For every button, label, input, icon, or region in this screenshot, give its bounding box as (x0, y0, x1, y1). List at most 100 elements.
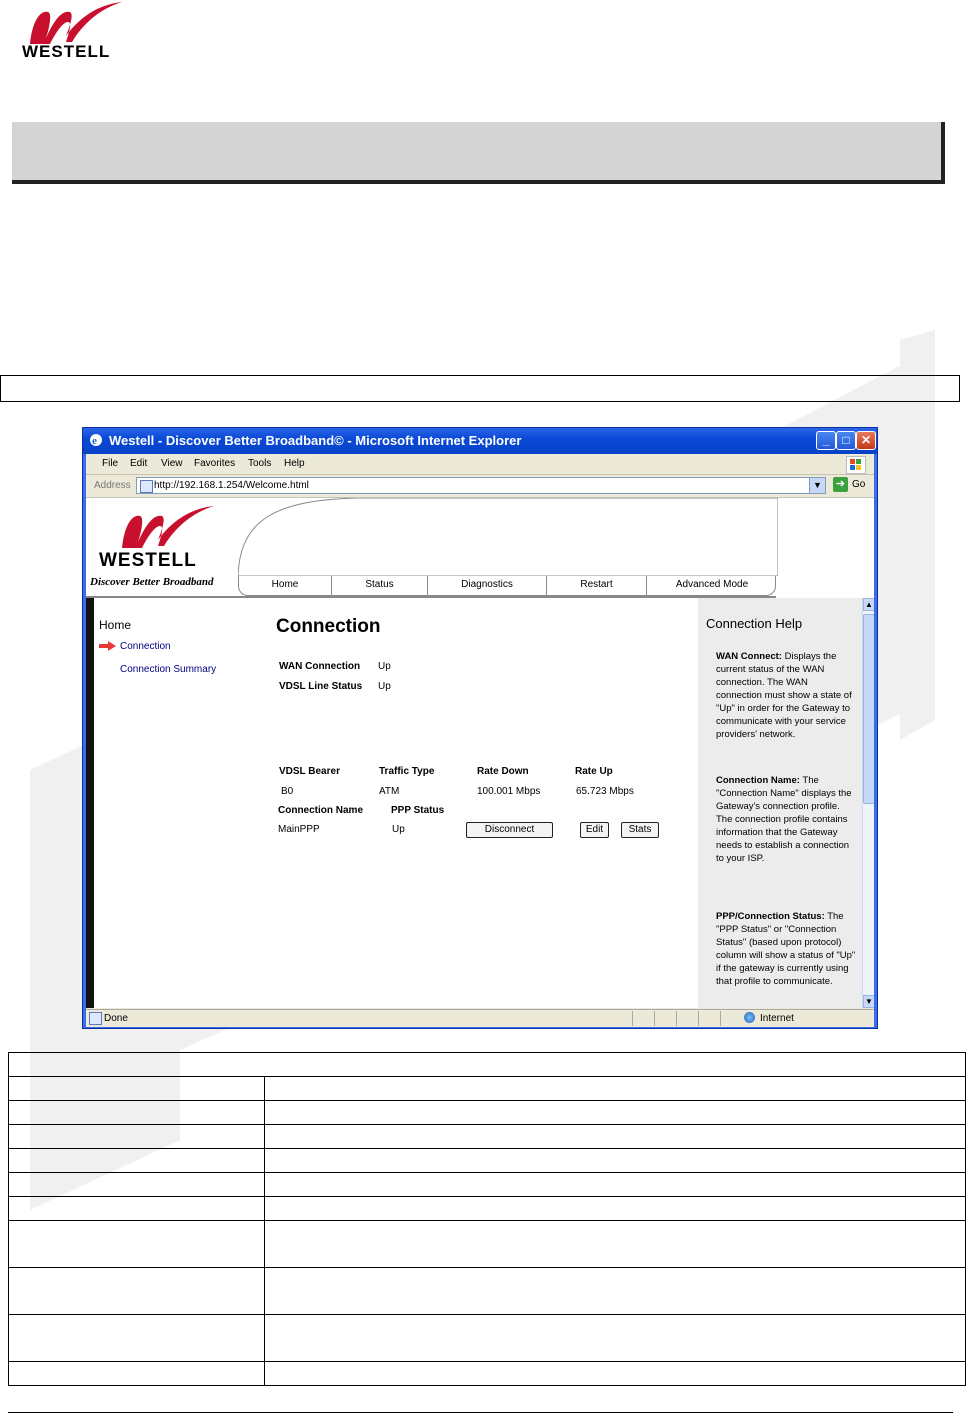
nav-tabs: Home Status Diagnostics Restart Advanced… (238, 576, 776, 596)
nav-advanced-mode[interactable]: Advanced Mode (647, 579, 777, 590)
ie-icon: e (90, 434, 102, 447)
stats-button[interactable]: Stats (621, 822, 659, 838)
page-done-icon (89, 1012, 102, 1025)
westell-swoosh-icon (122, 506, 214, 548)
cell-traffic-type: ATM (379, 786, 400, 797)
col-ppp-status: PPP Status (391, 805, 445, 816)
col-rate-down: Rate Down (477, 766, 529, 777)
wan-connection-label: WAN Connection (279, 661, 361, 672)
scroll-thumb[interactable] (863, 614, 874, 804)
svg-text:e: e (92, 435, 97, 447)
status-text: Done (104, 1013, 128, 1024)
site-tagline: Discover Better Broadband (90, 576, 214, 588)
site-logo: WESTELL (92, 502, 232, 574)
status-bar: Done Internet (86, 1009, 874, 1027)
westell-logo: WESTELL (22, 2, 132, 64)
globe-icon (744, 1012, 755, 1023)
section-banner (12, 122, 945, 184)
cell-ppp-status: Up (392, 824, 405, 835)
table-header-cell (8, 1052, 966, 1077)
status-divider (676, 1011, 677, 1026)
table-row (8, 1267, 966, 1315)
table-row (8, 1052, 966, 1077)
wan-connection-value: Up (378, 661, 391, 672)
westell-swoosh-icon (30, 2, 122, 44)
menu-edit[interactable]: Edit (130, 458, 147, 469)
help-pane: Connection Help WAN Connect: Displays th… (698, 598, 862, 1008)
vdsl-status-label: VDSL Line Status (279, 681, 363, 692)
scroll-up-icon[interactable]: ▲ (863, 598, 874, 611)
table-row (8, 1361, 966, 1386)
menu-file[interactable]: File (102, 458, 118, 469)
table-row (8, 1196, 966, 1221)
menu-help[interactable]: Help (284, 458, 305, 469)
menu-view[interactable]: View (161, 458, 183, 469)
page-icon (140, 480, 153, 493)
address-input[interactable]: http://192.168.1.254/Welcome.html ▼ (136, 477, 826, 494)
col-rate-up: Rate Up (575, 766, 613, 777)
cell-rate-up: 65.723 Mbps (576, 786, 634, 797)
vdsl-status-value: Up (378, 681, 391, 692)
logo-wordmark: WESTELL (22, 42, 111, 61)
security-zone: Internet (760, 1013, 794, 1024)
cell-vdsl-bearer: B0 (281, 786, 294, 797)
header-divider (86, 596, 776, 598)
col-connection-name: Connection Name (278, 805, 364, 816)
address-bar: Address http://192.168.1.254/Welcome.htm… (86, 475, 874, 498)
go-button[interactable]: ➔ Go (833, 477, 871, 494)
help-title: Connection Help (706, 616, 803, 631)
help-scrollbar[interactable]: ▲ ▼ (862, 598, 874, 1008)
page-content: WESTELL Discover Better Broadband Home S… (86, 498, 874, 1008)
browser-window: e Westell - Discover Better Broadband© -… (82, 427, 878, 1029)
footer-rule (8, 1412, 953, 1413)
nav-restart[interactable]: Restart (547, 579, 646, 590)
maximize-button[interactable]: □ (836, 431, 856, 450)
sidebar-item-connection[interactable]: Connection (120, 641, 171, 652)
table-row (8, 1220, 966, 1268)
page-title: Connection (276, 616, 381, 637)
window-title: Westell - Discover Better Broadband© - M… (109, 433, 522, 448)
go-label: Go (852, 479, 866, 490)
go-arrow-icon: ➔ (833, 477, 848, 492)
menu-bar: File Edit View Favorites Tools Help (86, 454, 874, 475)
site-wordmark: WESTELL (99, 550, 197, 571)
col-traffic-type: Traffic Type (379, 766, 435, 777)
menu-tools[interactable]: Tools (248, 458, 271, 469)
status-divider (720, 1011, 721, 1026)
nav-status[interactable]: Status (332, 579, 427, 590)
left-border (86, 598, 94, 1008)
browser-body: File Edit View Favorites Tools Help Addr… (86, 454, 874, 1027)
status-divider (632, 1011, 633, 1026)
arrow-right-icon (99, 641, 116, 651)
table-row (8, 1100, 966, 1125)
help-wan-connect: WAN Connect: Displays the current status… (716, 651, 852, 740)
menu-favorites[interactable]: Favorites (194, 458, 235, 469)
cell-rate-down: 100.001 Mbps (477, 786, 541, 797)
edit-button[interactable]: Edit (580, 822, 609, 838)
table-row (8, 1076, 966, 1101)
windows-flag-icon (846, 456, 866, 474)
status-divider (698, 1011, 699, 1026)
nav-home[interactable]: Home (239, 579, 331, 590)
chevron-down-icon[interactable]: ▼ (809, 478, 825, 493)
col-vdsl-bearer: VDSL Bearer (279, 766, 340, 777)
disconnect-button[interactable]: Disconnect (466, 822, 553, 838)
scroll-down-icon[interactable]: ▼ (863, 995, 874, 1008)
cell-connection-name: MainPPP (278, 824, 320, 835)
table-row (8, 1172, 966, 1197)
caption-box (0, 375, 960, 402)
address-label: Address (94, 480, 131, 491)
title-bar[interactable]: e Westell - Discover Better Broadband© -… (83, 428, 877, 454)
nav-diagnostics[interactable]: Diagnostics (428, 579, 546, 590)
help-ppp-status: PPP/Connection Status: The "PPP Status" … (716, 911, 856, 987)
table-row (8, 1124, 966, 1149)
address-url: http://192.168.1.254/Welcome.html (154, 480, 309, 491)
header-graphic (238, 498, 778, 576)
table-row (8, 1314, 966, 1362)
minimize-button[interactable]: _ (816, 431, 836, 450)
document-table (8, 1052, 966, 1386)
sidebar-item-connection-summary[interactable]: Connection Summary (120, 664, 216, 675)
help-connection-name: Connection Name: The "Connection Name" d… (716, 775, 852, 864)
close-button[interactable]: ✕ (856, 431, 876, 450)
sidebar-home[interactable]: Home (99, 618, 131, 632)
